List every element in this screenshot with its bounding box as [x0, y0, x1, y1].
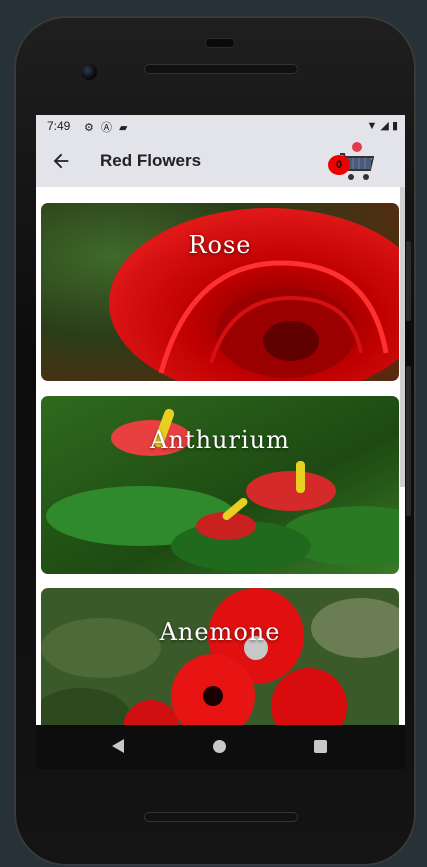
status-time: 7:49 — [47, 119, 71, 133]
screen: 7:49 ⚙ Ⓐ ▰ ▼ ◢ ▮ Red Flowers 0 Rose Anth… — [36, 115, 405, 725]
flower-name-label: Rose — [188, 231, 252, 259]
wifi-icon: ▼ — [366, 120, 378, 132]
status-right-icons: ▼ ◢ ▮ — [366, 119, 398, 132]
earpiece — [205, 38, 235, 48]
app-bar: Red Flowers 0 — [36, 137, 405, 187]
home-circle-icon[interactable] — [213, 740, 226, 753]
gear-icon: ⚙ — [84, 122, 96, 134]
cart-button[interactable]: 0 — [326, 140, 375, 184]
power-button — [406, 366, 411, 516]
flower-card-anemone[interactable]: Anemone — [41, 588, 399, 725]
flower-name-label: Anthurium — [150, 426, 290, 454]
cart-count-badge: 0 — [328, 155, 350, 175]
status-left-icons: ⚙ Ⓐ ▰ — [84, 119, 129, 135]
flower-list[interactable]: Rose Anthurium Anemone — [36, 187, 405, 725]
front-camera — [81, 64, 97, 80]
flower-name-label: Anemone — [159, 618, 281, 646]
a-icon: Ⓐ — [100, 122, 114, 134]
scrollbar[interactable] — [400, 187, 405, 487]
flower-card-anthurium[interactable]: Anthurium — [41, 396, 399, 574]
anemone-image — [41, 588, 399, 725]
flower-card-rose[interactable]: Rose — [41, 203, 399, 381]
back-triangle-icon[interactable] — [112, 739, 124, 753]
arrow-back-icon[interactable] — [50, 150, 72, 172]
volume-button — [406, 241, 411, 321]
sd-card-icon: ▰ — [119, 122, 130, 134]
rose-image — [41, 203, 399, 381]
signal-icon: ◢ — [380, 120, 389, 132]
page-title: Red Flowers — [100, 151, 202, 170]
battery-icon: ▮ — [391, 120, 398, 132]
anthurium-image — [41, 396, 399, 574]
bottom-speaker-grille — [144, 812, 298, 822]
recents-square-icon[interactable] — [314, 740, 327, 753]
top-speaker-grille — [144, 64, 298, 74]
status-bar: 7:49 ⚙ Ⓐ ▰ ▼ ◢ ▮ — [36, 115, 405, 137]
navigation-bar — [36, 725, 405, 769]
